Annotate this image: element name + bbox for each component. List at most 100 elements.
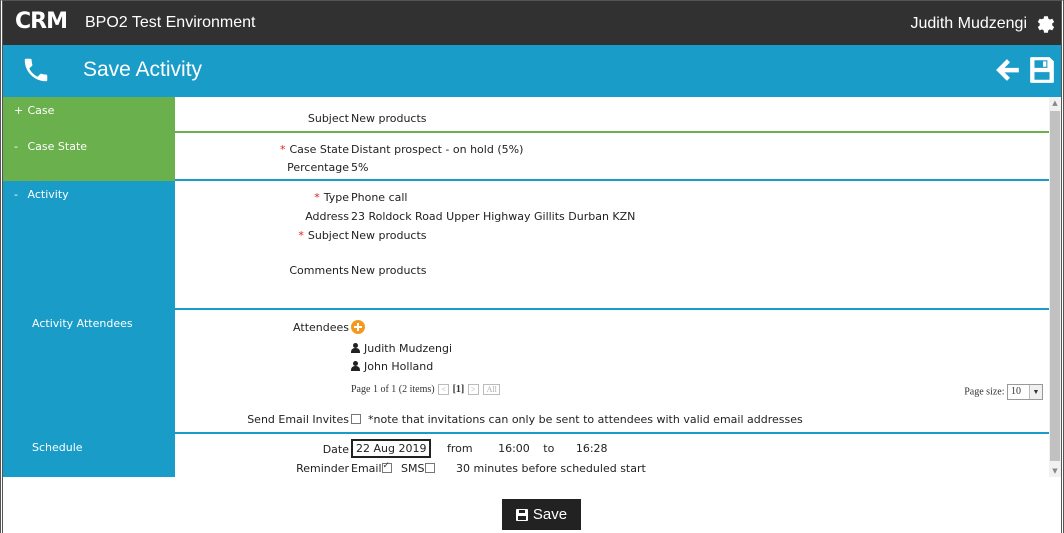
section-schedule: Schedule Date 22 Aug 2019 from 16:00 to …	[3, 434, 1049, 477]
chevron-down-icon: ▼	[1029, 385, 1042, 399]
reminder-text: 30 minutes before scheduled start	[456, 462, 646, 475]
email-invites-label: Send Email Invites	[247, 413, 349, 426]
case-state-row: * Case State Distant prospect - on hold (…	[175, 143, 1049, 159]
gear-icon[interactable]	[1033, 12, 1055, 34]
email-invites-note: *note that invitations can only be sent …	[368, 413, 803, 426]
required-asterisk: *	[298, 229, 304, 242]
section-header-case[interactable]: + Case	[3, 97, 175, 133]
save-button[interactable]: Save	[502, 499, 581, 530]
section-header-attendees[interactable]: Activity Attendees	[3, 310, 175, 434]
back-arrow-icon[interactable]	[995, 57, 1021, 83]
vertical-scrollbar[interactable]: ▲ ▼	[1049, 97, 1061, 477]
reminder-wrap: Email SMS 30 minutes before scheduled st…	[351, 461, 646, 475]
to-time-input[interactable]: 16:28	[576, 442, 608, 455]
address-value: 23 Roldock Road Upper Highway Gillits Du…	[351, 210, 636, 223]
attendees-row: Attendees	[175, 320, 1049, 337]
section-activity: - Activity * Type Phone call Address 23 R…	[3, 181, 1049, 310]
subject-row: Subject New products	[175, 112, 1049, 128]
attendee-name-wrap: Judith Mudzengi	[351, 342, 452, 355]
section-header-schedule[interactable]: Schedule	[3, 434, 175, 477]
percentage-label: Percentage	[287, 161, 349, 174]
section-body: Date 22 Aug 2019 from 16:00 to 16:28 Rem…	[175, 434, 1049, 477]
collapse-toggle: -	[14, 188, 18, 201]
page-title: Save Activity	[83, 58, 203, 81]
from-label: from	[446, 442, 473, 455]
reminder-label: Reminder	[296, 462, 349, 475]
reminder-sms-checkbox[interactable]	[424, 463, 435, 473]
pager-prev-button[interactable]: <	[438, 384, 450, 396]
date-row: Date 22 Aug 2019 from 16:00 to 16:28	[175, 439, 1049, 459]
comments-row: Comments New products	[175, 264, 1049, 280]
reminder-row: Reminder Email SMS 30 minutes before sch…	[175, 461, 1049, 477]
date-time-wrap: 22 Aug 2019 from 16:00 to 16:28	[351, 439, 608, 458]
email-invites-wrap: *note that invitations can only be sent …	[351, 413, 803, 426]
scroll-up-icon[interactable]: ▲	[1049, 97, 1061, 109]
required-asterisk: *	[279, 143, 286, 156]
form-content: + Case Subject New products - Case State…	[3, 97, 1049, 477]
comments-value: New products	[351, 264, 427, 277]
scroll-thumb[interactable]	[1050, 111, 1060, 461]
phone-icon	[24, 58, 48, 82]
scroll-down-icon[interactable]: ▼	[1049, 465, 1061, 477]
case-state-label: Case State	[289, 143, 349, 156]
page-size-select[interactable]: 10 ▼	[1007, 384, 1043, 400]
section-body: Attendees Judith Mudzengi John Holland P…	[175, 310, 1049, 434]
save-button-label: Save	[532, 506, 568, 523]
attendee-name: John Holland	[364, 360, 434, 373]
subject-value: New products	[351, 112, 427, 125]
save-icon	[515, 508, 528, 521]
person-icon	[351, 361, 360, 371]
page-size: Page size: 10 ▼	[964, 384, 1043, 400]
section-label: Activity Attendees	[32, 317, 133, 330]
pager-all-button[interactable]: All	[483, 384, 501, 396]
crm-logo[interactable]: CRM	[15, 9, 68, 34]
type-label-wrap: * Type	[314, 191, 349, 204]
section-body: * Case State Distant prospect - on hold (…	[175, 133, 1049, 181]
section-header-case-state[interactable]: - Case State	[3, 133, 175, 181]
top-bar: CRM BPO2 Test Environment Judith Mudzeng…	[3, 1, 1061, 45]
section-body: * Type Phone call Address 23 Roldock Road…	[175, 181, 1049, 310]
pager-row: Page 1 of 1 (2 items) < [1] > All Page s…	[175, 384, 1049, 400]
comments-label: Comments	[289, 264, 349, 277]
address-label: Address	[305, 210, 349, 223]
email-invites-row: Send Email Invites *note that invitation…	[175, 413, 1049, 429]
address-row: Address 23 Roldock Road Upper Highway Gi…	[175, 210, 1049, 226]
pager: Page 1 of 1 (2 items) < [1] > All	[351, 384, 501, 396]
section-attendees: Activity Attendees Attendees Judith Mudz…	[3, 310, 1049, 434]
attendee-name: Judith Mudzengi	[364, 342, 453, 355]
percentage-row: Percentage 5%	[175, 161, 1049, 177]
section-label: Schedule	[32, 441, 83, 454]
app-title: BPO2 Test Environment	[85, 14, 256, 31]
logo-text: CRM	[15, 9, 68, 34]
person-icon	[351, 343, 360, 353]
case-state-value: Distant prospect - on hold (5%)	[351, 143, 524, 156]
activity-subject-label-wrap: * Subject	[298, 229, 349, 242]
save-icon[interactable]	[1029, 56, 1055, 84]
add-attendee-icon[interactable]	[351, 320, 365, 334]
date-label: Date	[322, 443, 349, 456]
percentage-value: 5%	[351, 161, 369, 174]
section-case-state: - Case State * Case State Distant prospec…	[3, 133, 1049, 181]
attendee-item: John Holland	[175, 360, 1049, 376]
pager-current-page[interactable]: [1]	[453, 384, 465, 395]
reminder-sms-label: SMS	[401, 462, 425, 475]
subject-label: Subject	[307, 112, 349, 125]
reminder-email-checkbox[interactable]	[381, 461, 392, 473]
activity-subject-row: * Subject New products	[175, 229, 1049, 245]
section-label: Activity	[27, 188, 69, 201]
section-header-activity[interactable]: - Activity	[3, 181, 175, 310]
expand-toggle: +	[14, 104, 24, 117]
required-asterisk: *	[314, 191, 320, 204]
pager-summary: Page 1 of 1 (2 items)	[351, 384, 435, 395]
from-time-input[interactable]: 16:00	[498, 442, 530, 455]
user-name[interactable]: Judith Mudzengi	[910, 15, 1027, 33]
type-row: * Type Phone call	[175, 191, 1049, 207]
email-invites-checkbox[interactable]	[351, 414, 361, 424]
activity-subject-value: New products	[351, 229, 427, 242]
activity-subject-label: Subject	[307, 229, 349, 242]
date-input[interactable]: 22 Aug 2019	[351, 439, 432, 458]
pager-next-button[interactable]: >	[467, 384, 479, 396]
page-size-label: Page size:	[964, 386, 1005, 398]
page-size-value: 10	[1011, 386, 1021, 397]
case-state-label-wrap: * Case State	[280, 143, 349, 156]
